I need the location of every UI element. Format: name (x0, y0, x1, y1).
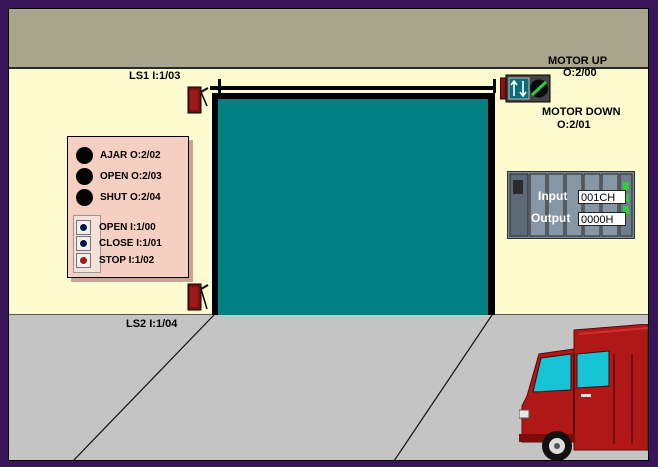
door-frame-right (488, 93, 495, 315)
door-rail (210, 86, 496, 90)
stop-button[interactable] (76, 252, 91, 268)
stop-button-label: STOP I:1/02 (99, 254, 155, 266)
plc-rack: Input 001CH Output 0000H (507, 171, 635, 239)
open-lamp (76, 167, 93, 185)
rail-post (218, 79, 221, 93)
open-button-label: OPEN I:1/00 (99, 221, 156, 233)
control-panel: AJAR O:2/02 OPEN O:2/03 SHUT O:2/04 OPEN… (67, 136, 189, 278)
close-button-row: CLOSE I:1/01 (76, 235, 162, 251)
stop-button-dot (79, 255, 88, 265)
delivery-truck-icon[interactable] (519, 324, 648, 460)
motor-up-title: MOTOR UP (548, 55, 608, 67)
plc-output-label: Output (531, 211, 571, 225)
plc-input-field[interactable]: 001CH (578, 190, 626, 204)
close-button-label: CLOSE I:1/01 (99, 237, 162, 249)
open-button-row: OPEN I:1/00 (76, 219, 156, 235)
ajar-indicator: AJAR O:2/02 (76, 146, 161, 164)
motor-down-address: O:2/01 (557, 119, 591, 131)
shut-indicator: SHUT O:2/04 (76, 188, 161, 206)
open-indicator: OPEN O:2/03 (76, 167, 162, 185)
open-indicator-label: OPEN O:2/03 (100, 170, 162, 182)
limit-switch-icon[interactable] (187, 86, 209, 114)
open-button-dot (79, 222, 88, 232)
close-button-dot (79, 238, 88, 248)
close-button[interactable] (76, 235, 91, 251)
ls2-label: LS2 I:1/04 (126, 318, 178, 330)
rail-post (493, 79, 496, 93)
limit-switch-icon[interactable] (187, 283, 209, 311)
ajar-label: AJAR O:2/02 (100, 149, 161, 161)
ls1-label: LS1 I:1/03 (129, 70, 181, 82)
plc-output-field[interactable]: 0000H (578, 212, 626, 226)
plc-modules-icon (509, 173, 633, 237)
motor-icon[interactable] (500, 74, 552, 103)
garage-scene: LS1 I:1/03 LS2 I:1/04 MOTOR UP O:2/00 MO… (8, 8, 649, 461)
open-button[interactable] (76, 219, 91, 235)
garage-door[interactable] (218, 99, 488, 315)
plc-input-label: Input (538, 189, 568, 203)
stop-button-row: STOP I:1/02 (76, 252, 154, 268)
shut-label: SHUT O:2/04 (100, 191, 161, 203)
motor-up-address: O:2/00 (563, 67, 597, 79)
shut-lamp (76, 188, 93, 206)
motor-down-title: MOTOR DOWN (542, 106, 621, 118)
ajar-lamp (76, 146, 93, 164)
up-down-arrows-icon (508, 77, 530, 100)
window-border: LS1 I:1/03 LS2 I:1/04 MOTOR UP O:2/00 MO… (0, 0, 658, 467)
